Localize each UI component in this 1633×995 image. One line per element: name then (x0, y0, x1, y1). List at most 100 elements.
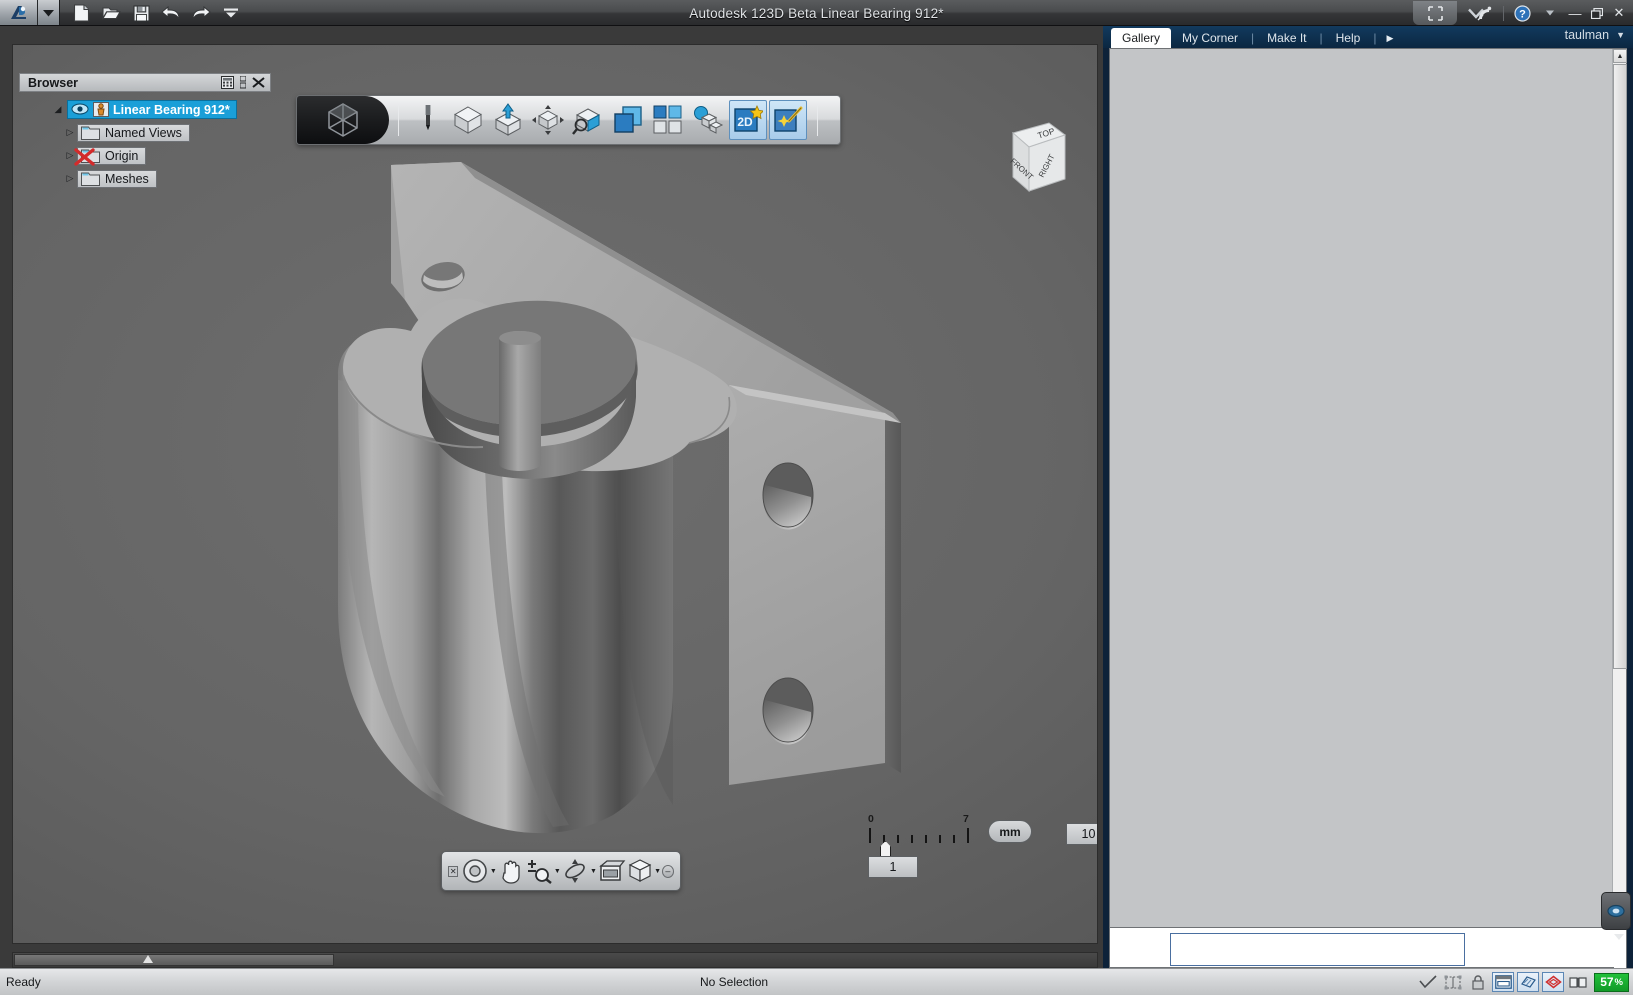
modify-tool[interactable] (529, 100, 567, 140)
zoom-tool[interactable] (525, 856, 553, 886)
eye-icon[interactable] (71, 103, 89, 116)
tree-item-label: Origin (105, 148, 139, 163)
scale-start-label: 0 (868, 813, 874, 825)
save-document-button[interactable] (130, 2, 152, 24)
visual-style-caret[interactable]: ▼ (653, 868, 661, 875)
gallery-content[interactable] (1110, 49, 1612, 927)
show-motion[interactable] (598, 856, 626, 886)
zoom-tool-caret[interactable]: ▼ (553, 868, 561, 875)
3d-viewport[interactable]: Browser ◢ Linear Bearing 912* ▷ Named Vi… (12, 44, 1098, 944)
grid-value-field[interactable]: 1 (868, 856, 918, 878)
expander-icon[interactable]: ▷ (63, 127, 77, 138)
extrude-tool[interactable] (489, 100, 527, 140)
tree-item-named-views[interactable]: Named Views (77, 123, 190, 142)
book-icon[interactable] (1567, 972, 1589, 992)
divider (817, 104, 818, 136)
tab-my-corner[interactable]: My Corner (1171, 28, 1249, 48)
window-layout-icon[interactable] (1492, 972, 1515, 992)
2d-sketch-tool[interactable]: 2D (729, 100, 767, 140)
123d-cube-logo[interactable] (297, 96, 389, 144)
gallery-content-area[interactable]: ▲ ▼ (1109, 48, 1627, 928)
navbar-minimize-button[interactable]: – (661, 864, 674, 878)
expand-window-button[interactable] (1413, 1, 1457, 25)
user-name-label: taulman (1564, 28, 1610, 42)
redo-button[interactable] (190, 2, 212, 24)
satellite-dish-icon[interactable] (1472, 2, 1498, 24)
assembly-icon (93, 102, 109, 117)
combine-tool[interactable] (609, 100, 647, 140)
navbar-close-button[interactable]: ✕ (448, 865, 459, 877)
assembly-tool[interactable] (689, 100, 727, 140)
measure-tool[interactable] (569, 100, 607, 140)
grid-snap-icon[interactable] (1442, 972, 1464, 992)
section-icon[interactable] (1542, 972, 1565, 992)
viewport-horizontal-scrollbar[interactable] (12, 952, 1098, 968)
tree-node-meshes[interactable]: ▷ Meshes (19, 167, 271, 190)
pan-tool[interactable] (498, 856, 526, 886)
customize-qat-button[interactable] (220, 2, 242, 24)
tree-node-origin[interactable]: ▷ Origin (19, 144, 271, 167)
primitives-tool[interactable] (449, 100, 487, 140)
scrollbar-thumb[interactable] (14, 954, 334, 966)
close-icon[interactable] (252, 77, 265, 88)
help-dropdown-caret[interactable] (1537, 2, 1563, 24)
chevron-down-icon[interactable]: ▼ (1616, 30, 1625, 40)
tree-item-linear-bearing[interactable]: Linear Bearing 912* (67, 100, 237, 119)
view-cube[interactable]: TOP FRONT RIGHT (973, 113, 1069, 205)
expander-icon[interactable]: ▷ (63, 173, 77, 184)
tab-separator: | (1251, 31, 1255, 45)
scale-value-field[interactable]: 10 (1066, 823, 1097, 845)
lock-icon[interactable] (1467, 972, 1489, 992)
gallery-footer (1109, 928, 1627, 968)
steering-wheel[interactable] (461, 856, 489, 886)
gallery-search-input[interactable] (1170, 933, 1465, 966)
minimize-button[interactable]: — (1565, 2, 1585, 24)
tab-help[interactable]: Help (1325, 28, 1372, 48)
tabs-more-arrow-icon[interactable]: ▶ (1378, 28, 1401, 48)
tree-node-named-views[interactable]: ▷ Named Views (19, 121, 271, 144)
help-icon[interactable]: ? (1509, 2, 1535, 24)
orbit-tool-caret[interactable]: ▼ (589, 868, 597, 875)
pattern-tool[interactable] (649, 100, 687, 140)
shading-icon[interactable] (1517, 972, 1540, 992)
restore-window-icon (1591, 7, 1603, 19)
gallery-vertical-scrollbar[interactable]: ▲ ▼ (1612, 49, 1627, 927)
orbit-tool[interactable] (561, 856, 589, 886)
user-account[interactable]: taulman ▼ (1565, 28, 1625, 42)
tree-item-origin[interactable]: Origin (74, 146, 147, 166)
open-folder-icon (101, 6, 121, 20)
application-menu-caret[interactable] (38, 0, 60, 25)
list-icon[interactable] (240, 76, 246, 89)
overlapping-squares-icon (614, 106, 642, 133)
scrollbar-thumb[interactable] (1613, 64, 1627, 669)
unit-button[interactable]: mm (988, 820, 1032, 843)
close-button[interactable]: ✕ (1609, 2, 1629, 24)
svg-text:2D: 2D (737, 115, 753, 129)
expander-icon[interactable]: ◢ (51, 104, 65, 115)
chevron-down-icon (224, 8, 238, 18)
steering-wheel-caret[interactable]: ▼ (489, 868, 497, 875)
calculator-glyph (221, 76, 234, 89)
open-document-button[interactable] (100, 2, 122, 24)
browser-title-label: Browser (28, 75, 79, 90)
new-file-icon (73, 4, 89, 22)
undo-button[interactable] (160, 2, 182, 24)
tree-node-root[interactable]: ◢ Linear Bearing 912* (19, 98, 271, 121)
new-document-button[interactable] (70, 2, 92, 24)
restore-button[interactable] (1587, 2, 1607, 24)
visual-style[interactable] (626, 856, 654, 886)
widget-caret-icon[interactable] (1614, 934, 1624, 940)
view-cube-glyph[interactable]: TOP FRONT RIGHT (973, 113, 1069, 205)
check-snap-icon[interactable] (1417, 972, 1439, 992)
calculator-icon[interactable] (221, 76, 234, 89)
application-menu-button[interactable] (0, 0, 38, 25)
tab-gallery[interactable]: Gallery (1111, 28, 1172, 48)
scale-ruler[interactable]: 0 7 (868, 813, 978, 859)
tree-item-meshes[interactable]: Meshes (77, 169, 157, 188)
scroll-up-button[interactable]: ▲ (1613, 49, 1627, 63)
feedback-widget[interactable] (1601, 892, 1631, 930)
sketch-tool[interactable] (409, 100, 447, 140)
effects-tool[interactable] (769, 100, 807, 140)
tab-separator: | (1373, 31, 1377, 45)
tab-make-it[interactable]: Make It (1256, 28, 1317, 48)
